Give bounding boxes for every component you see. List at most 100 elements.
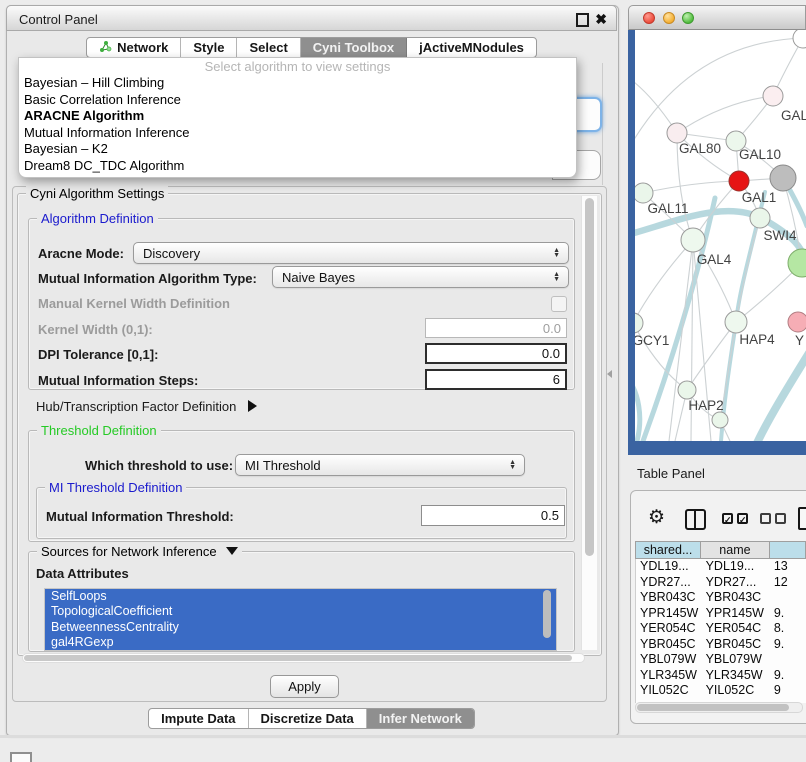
- attribute-item-gal4rgexp[interactable]: gal4RGexp: [45, 635, 556, 650]
- network-node-y[interactable]: [788, 312, 806, 332]
- table-cell: YBL079W: [636, 652, 702, 668]
- network-node[interactable]: [793, 30, 806, 48]
- table-cell: YER054C: [636, 621, 702, 637]
- sources-group-title[interactable]: Sources for Network Inference: [37, 544, 242, 559]
- tab-cyni-toolbox[interactable]: Cyni Toolbox: [301, 38, 407, 57]
- algorithm-option-dream8-dc-tdc-algorithm[interactable]: Dream8 DC_TDC Algorithm: [19, 158, 576, 175]
- settings-vertical-scrollbar[interactable]: [581, 196, 597, 650]
- column-header-shared[interactable]: shared...: [635, 541, 701, 559]
- apply-button[interactable]: Apply: [270, 675, 339, 698]
- close-icon[interactable]: ✖: [595, 11, 607, 27]
- table-toolbar: ⚙ ✓ ✓: [630, 505, 806, 533]
- network-canvas[interactable]: GALGAL80GAL10GAL1GAL11SWI4GAL4GCY1HAP4YH…: [635, 30, 806, 441]
- table-cell: [770, 652, 806, 668]
- table-row[interactable]: YLR345WYLR345W9.: [636, 668, 806, 684]
- algorithm-options-list: Bayesian – Hill ClimbingBasic Correlatio…: [19, 75, 576, 174]
- tab-select[interactable]: Select: [237, 38, 300, 57]
- float-window-icon[interactable]: [576, 13, 589, 27]
- mi-threshold-field[interactable]: 0.5: [421, 505, 565, 526]
- table-row[interactable]: YBR045CYBR045C9.: [636, 637, 806, 653]
- hub-section-toggle[interactable]: Hub/Transcription Factor Definition: [36, 399, 257, 414]
- node-label-gal10: GAL10: [739, 147, 781, 162]
- table-row[interactable]: YBR043CYBR043C: [636, 590, 806, 606]
- network-node-gal11[interactable]: [635, 183, 653, 203]
- tab-style[interactable]: Style: [181, 38, 237, 57]
- table-row[interactable]: YPR145WYPR145W9.: [636, 606, 806, 622]
- zoom-traffic-light[interactable]: [682, 12, 694, 24]
- data-attributes-list[interactable]: SelfLoopsTopologicalCoefficientBetweenne…: [44, 588, 557, 651]
- which-threshold-combo[interactable]: MI Threshold ▲▼: [235, 454, 525, 476]
- scrollbar-thumb[interactable]: [24, 655, 572, 661]
- algorithm-option-basic-correlation-inference[interactable]: Basic Correlation Inference: [19, 92, 576, 109]
- network-node-gal[interactable]: [763, 86, 783, 106]
- attribute-item-selfloops[interactable]: SelfLoops: [45, 589, 556, 604]
- network-node-swi4[interactable]: [750, 208, 770, 228]
- settings-horizontal-scrollbar[interactable]: [22, 653, 585, 663]
- network-node-gal80[interactable]: [667, 123, 687, 143]
- tab-infer-network[interactable]: Infer Network: [367, 709, 474, 728]
- tab-label: jActiveMNodules: [419, 40, 524, 55]
- node-label-gal4: GAL4: [697, 252, 732, 267]
- network-tab-icon: [99, 40, 112, 56]
- network-node-gal1[interactable]: [729, 171, 749, 191]
- document-icon[interactable]: [798, 507, 806, 530]
- network-node[interactable]: [788, 249, 806, 277]
- table-row[interactable]: YDR27...YDR27...12: [636, 575, 806, 591]
- column-header-name[interactable]: name: [701, 541, 770, 559]
- table-cell: YDL19...: [702, 559, 770, 575]
- gear-icon[interactable]: ⚙: [648, 505, 665, 531]
- table-row[interactable]: YIL052CYIL052C9: [636, 683, 806, 699]
- split-pane-sash-icon[interactable]: [607, 370, 612, 378]
- close-traffic-light[interactable]: [643, 12, 655, 24]
- attribute-item-betweennesscentrality[interactable]: BetweennessCentrality: [45, 620, 556, 635]
- column-header-2[interactable]: [770, 541, 806, 559]
- algorithm-option-bayesian-hill-climbing[interactable]: Bayesian – Hill Climbing: [19, 75, 576, 92]
- kernel-width-field[interactable]: 0.0: [425, 318, 567, 338]
- stepper-arrows-icon: ▲▼: [553, 272, 560, 282]
- table-cell: YLR345W: [702, 668, 770, 684]
- table-cell: YBR045C: [702, 637, 770, 653]
- network-node-gcy1[interactable]: [635, 313, 643, 333]
- network-node[interactable]: [770, 165, 796, 191]
- algorithm-option-bayesian-k2[interactable]: Bayesian – K2: [19, 141, 576, 158]
- minimize-traffic-light[interactable]: [663, 12, 675, 24]
- columns-icon[interactable]: [685, 509, 706, 530]
- tab-impute-data[interactable]: Impute Data: [149, 709, 248, 728]
- attributes-scrollbar-thumb[interactable]: [543, 590, 551, 638]
- network-node-hap4[interactable]: [725, 311, 747, 333]
- aracne-mode-combo[interactable]: Discovery ▲▼: [133, 242, 569, 264]
- algorithm-select-popup[interactable]: Select algorithm to view settings Bayesi…: [18, 57, 577, 178]
- algorithm-option-aracne-algorithm[interactable]: ARACNE Algorithm: [19, 108, 576, 125]
- unchecked-box-icon[interactable]: [775, 513, 786, 524]
- algorithm-option-mutual-information-inference[interactable]: Mutual Information Inference: [19, 125, 576, 142]
- table-row[interactable]: YER054CYER054C8.: [636, 621, 806, 637]
- dpi-tolerance-field[interactable]: 0.0: [425, 343, 567, 364]
- network-node[interactable]: [712, 412, 728, 428]
- table-horizontal-scrollbar[interactable]: [635, 702, 803, 713]
- network-node-hap2[interactable]: [678, 381, 696, 399]
- checked-box-icon[interactable]: ✓: [737, 513, 748, 524]
- scrollbar-thumb[interactable]: [637, 704, 789, 711]
- scrollbar-thumb[interactable]: [585, 198, 594, 556]
- manual-kernel-checkbox[interactable]: [551, 296, 567, 312]
- table-cell: YIL052C: [702, 683, 770, 699]
- attribute-item-topologicalcoefficient[interactable]: TopologicalCoefficient: [45, 604, 556, 619]
- network-window-titlebar[interactable]: [628, 5, 806, 30]
- mi-type-combo[interactable]: Naive Bayes ▲▼: [272, 266, 569, 288]
- network-node-gal4[interactable]: [681, 228, 705, 252]
- settings-group-title: Cyni Algorithm Settings: [26, 186, 168, 201]
- mi-type-label: Mutual Information Algorithm Type:: [38, 271, 257, 286]
- node-label-hap4: HAP4: [739, 332, 775, 347]
- unchecked-box-icon[interactable]: [760, 513, 771, 524]
- tab-network[interactable]: Network: [87, 38, 181, 57]
- control-panel-titlebar[interactable]: Control Panel ✖: [6, 5, 617, 31]
- mi-steps-field[interactable]: 6: [425, 369, 567, 390]
- tab-label: Network: [117, 40, 168, 55]
- minimized-panel-icon[interactable]: [10, 752, 32, 762]
- tab-jactivemnodules[interactable]: jActiveMNodules: [407, 38, 536, 57]
- collapse-arrow-icon: [226, 547, 238, 555]
- tab-discretize-data[interactable]: Discretize Data: [249, 709, 367, 728]
- table-row[interactable]: YBL079WYBL079W: [636, 652, 806, 668]
- table-row[interactable]: YDL19...YDL19...13: [636, 559, 806, 575]
- checked-box-icon[interactable]: ✓: [722, 513, 733, 524]
